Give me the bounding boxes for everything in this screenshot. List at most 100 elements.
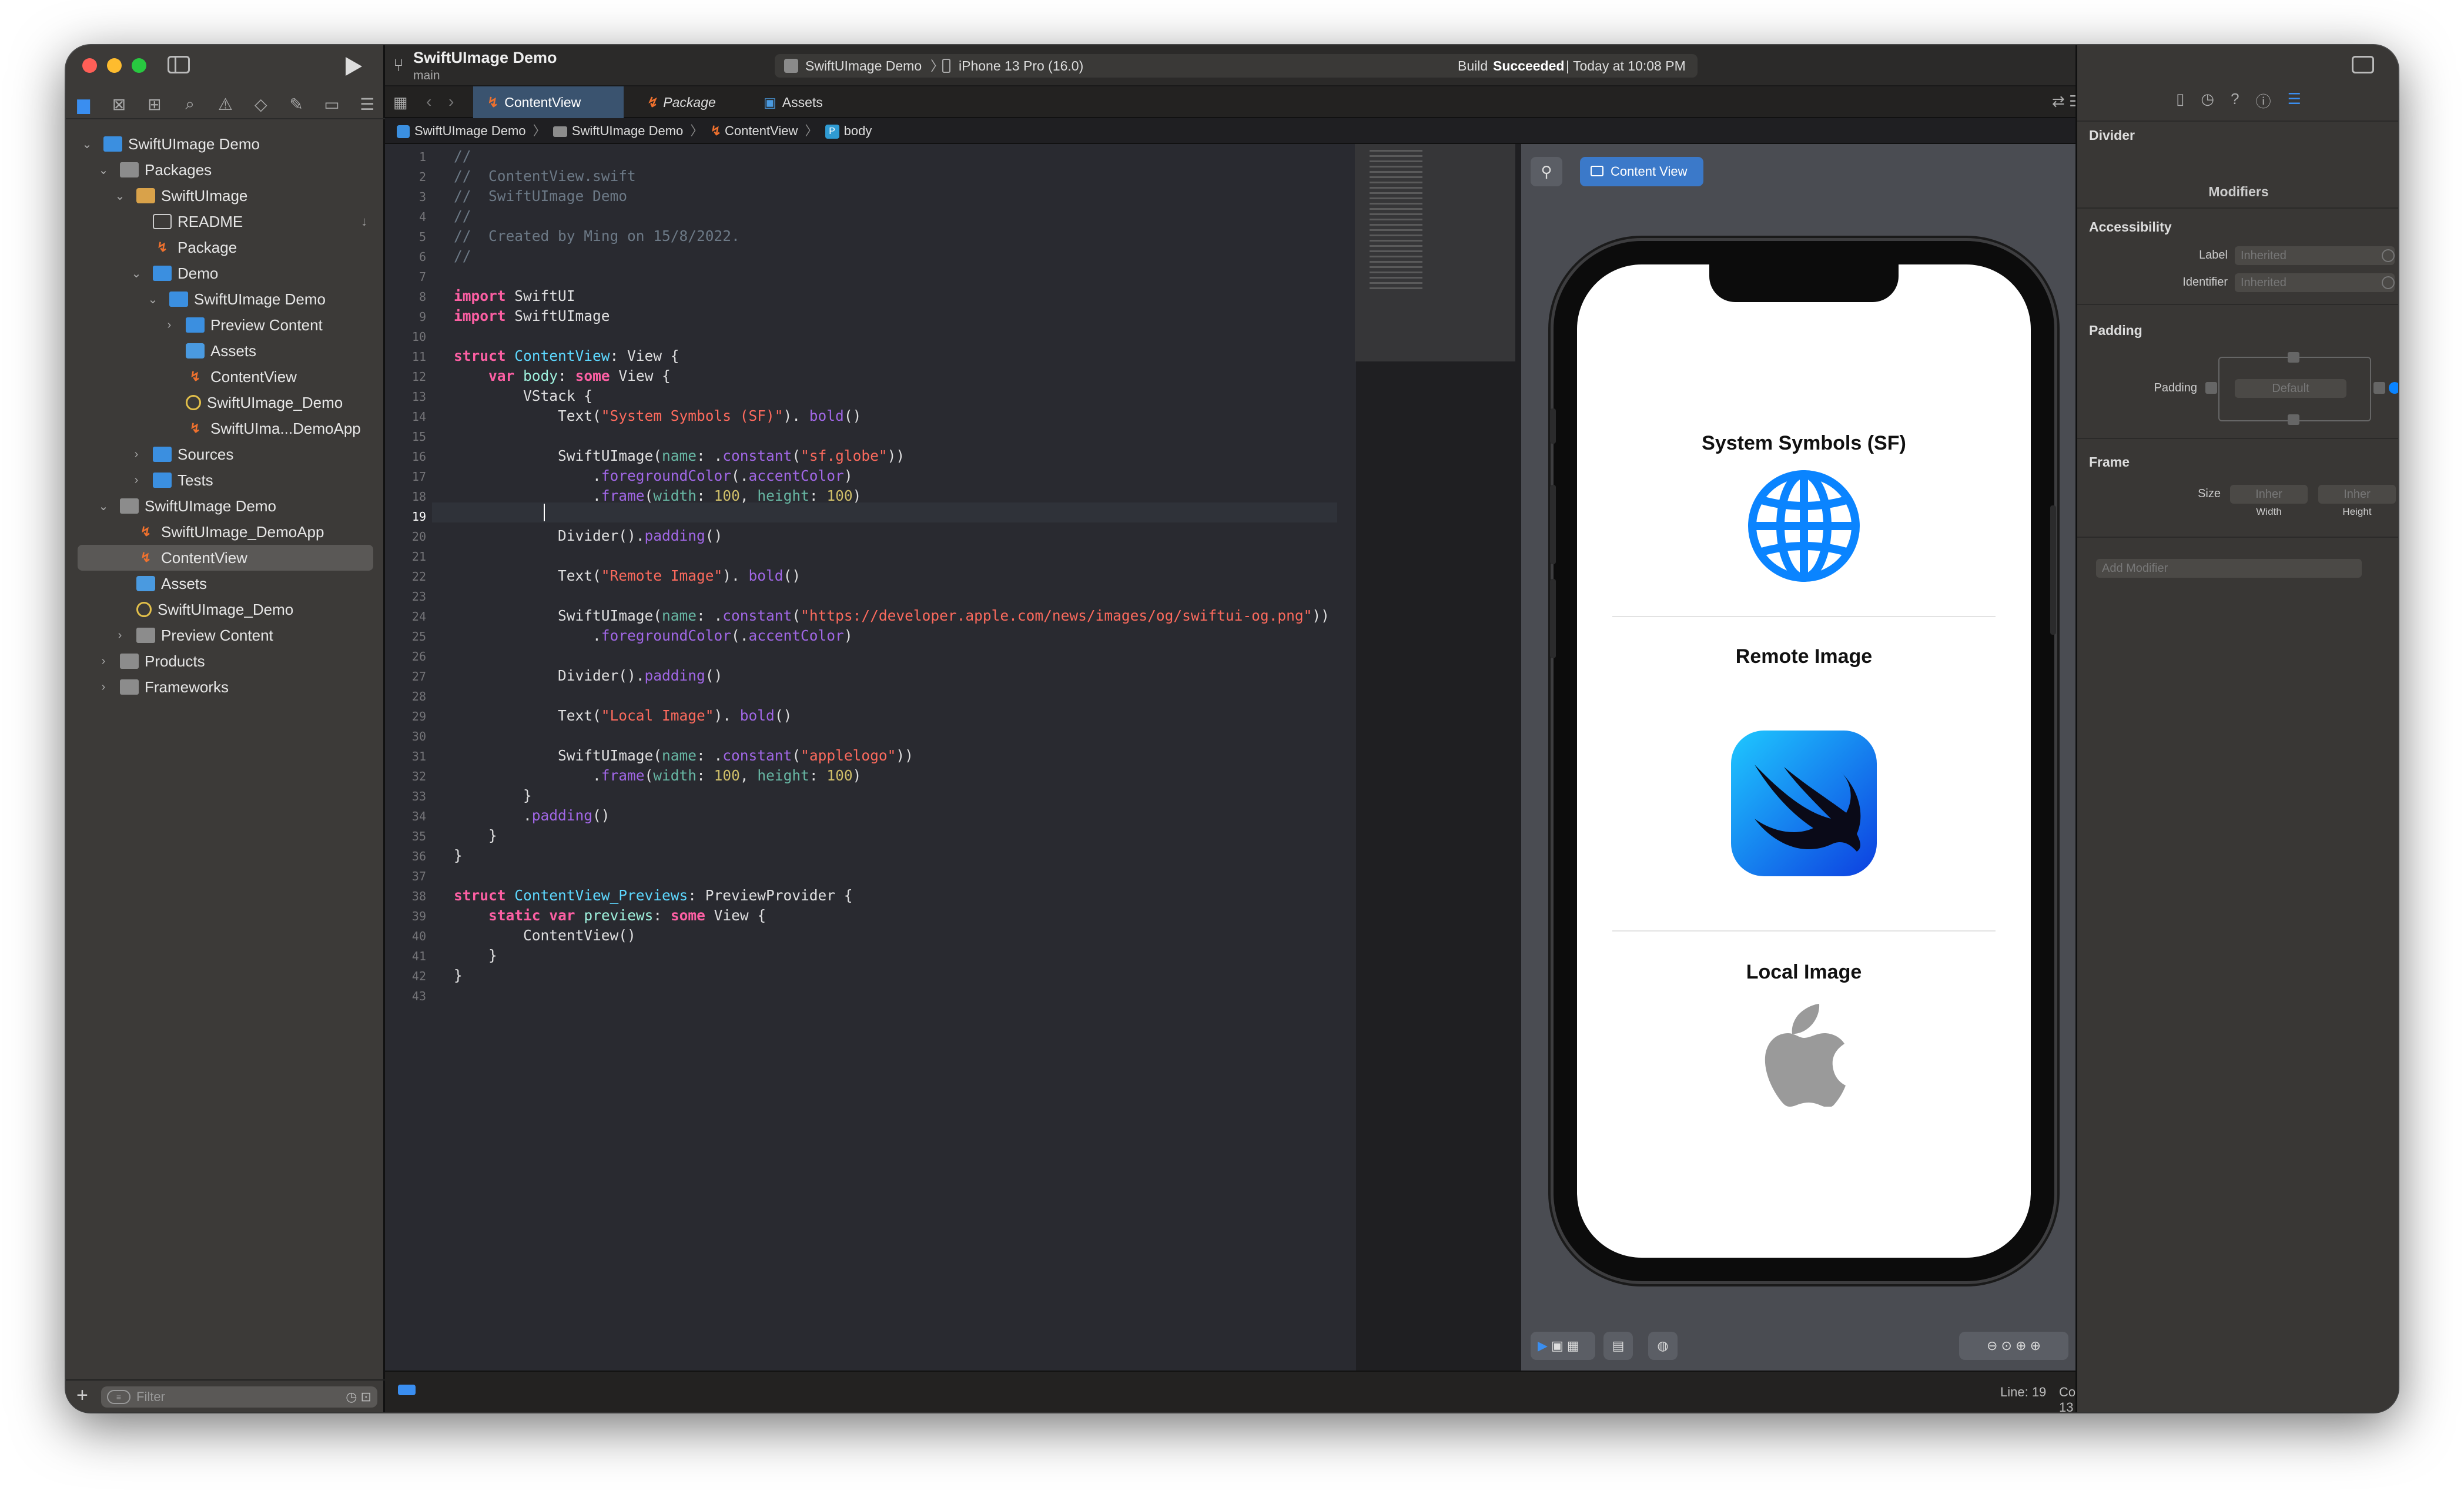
tree-item[interactable]: ⌄ SwiftUImage Demo	[66, 286, 385, 312]
padding-value-field[interactable]: Default	[2235, 379, 2346, 398]
tree-item[interactable]: › Preview Content	[66, 312, 385, 338]
debug-area-toggle-icon[interactable]	[398, 1385, 416, 1395]
recent-icon[interactable]: ◷ ⊡	[346, 1386, 371, 1408]
filter-options-icon[interactable]: ≡	[107, 1390, 130, 1404]
forward-icon[interactable]: ›	[448, 92, 454, 111]
close-button[interactable]	[82, 58, 97, 73]
add-icon[interactable]: +	[76, 1384, 88, 1407]
tree-item[interactable]: ↯ ContentView	[66, 364, 385, 390]
tree-item[interactable]: › Sources	[66, 441, 385, 467]
accessibility-label-field[interactable]: Inherited	[2235, 246, 2395, 265]
jump-symbol[interactable]: body	[844, 123, 872, 138]
tree-item[interactable]: ⌄ Demo	[66, 260, 385, 286]
file-icon[interactable]: ▯	[2176, 90, 2184, 119]
jump-file[interactable]: ContentView	[725, 123, 798, 138]
scheme-name[interactable]: SwiftUImage Demo	[805, 54, 922, 78]
padding-active-indicator[interactable]	[2389, 382, 2398, 394]
disclosure-open-icon[interactable]: ⌄	[113, 189, 127, 203]
tag-icon[interactable]: ▭	[317, 95, 346, 114]
disclosure-closed-icon[interactable]: ›	[113, 629, 127, 642]
jump-group[interactable]: SwiftUImage Demo	[572, 123, 684, 138]
tree-item[interactable]: › Tests	[66, 467, 385, 493]
variants-icon[interactable]: ▤	[1603, 1332, 1633, 1360]
trailing-padding-checkbox[interactable]	[2373, 382, 2385, 394]
jump-project[interactable]: SwiftUImage Demo	[414, 123, 526, 138]
brush-icon[interactable]: ✎	[282, 95, 311, 114]
disclosure-open-icon[interactable]: ⌄	[96, 163, 111, 177]
disclosure-closed-icon[interactable]: ›	[129, 448, 143, 461]
tree-item[interactable]: Assets	[66, 571, 385, 597]
disclosure-closed-icon[interactable]: ›	[129, 474, 143, 487]
tree-item[interactable]: › Frameworks	[66, 674, 385, 700]
activity-bar: SwiftUImage Demo 〉 iPhone 13 Pro (16.0) …	[775, 54, 1698, 78]
toggle-inspector-icon[interactable]	[2352, 56, 2374, 73]
tree-item[interactable]: ↯ Package	[66, 234, 385, 260]
device-settings-icon[interactable]: ◍	[1648, 1332, 1678, 1360]
magnifier-icon[interactable]: ⌕	[175, 95, 205, 114]
accessibility-identifier-field[interactable]: Inherited	[2235, 273, 2395, 292]
list-icon[interactable]: ☰	[353, 95, 382, 114]
tree-item[interactable]: Assets	[66, 338, 385, 364]
property-icon: P	[825, 125, 839, 139]
diamond-icon[interactable]: ◇	[246, 95, 276, 114]
zoom-button[interactable]	[132, 58, 146, 73]
toggle-sidebar-icon[interactable]	[168, 56, 190, 73]
reset-icon[interactable]	[2382, 249, 2395, 262]
zoom-controls[interactable]: ⊖ ⊙ ⊕ ⊕	[1959, 1332, 2068, 1360]
tree-item[interactable]: ⌄ SwiftUImage	[66, 183, 385, 209]
identity-icon[interactable]: ⓘ	[2256, 90, 2271, 119]
code-line: VStack {	[454, 387, 592, 404]
filter-field[interactable]: ≡ Filter ◷ ⊡	[101, 1386, 377, 1408]
disclosure-closed-icon[interactable]: ›	[96, 681, 111, 694]
history-icon[interactable]: ◷	[2201, 90, 2214, 119]
leading-padding-checkbox[interactable]	[2205, 382, 2217, 394]
tree-item[interactable]: SwiftUImage_Demo	[66, 597, 385, 622]
add-modifier-field[interactable]: Add Modifier	[2096, 559, 2362, 578]
tab-assets[interactable]: ▣ Assets	[749, 86, 855, 118]
warning-icon[interactable]: ⚠	[210, 95, 240, 114]
back-icon[interactable]: ‹	[426, 92, 431, 111]
tree-item[interactable]: ↯ ContentView	[78, 545, 373, 571]
tree-item[interactable]: README ↓	[66, 209, 385, 234]
source-editor[interactable]: 1 2 3 4 5 6 7 8 9 10 11 12 13 14 15 16 17 18 19 20 21 22 23 24 2…	[385, 144, 1515, 1371]
tab-package[interactable]: ↯ Package	[632, 86, 749, 118]
disclosure-closed-icon[interactable]: ›	[96, 655, 111, 668]
frame-height-field[interactable]: Inher	[2318, 485, 2396, 504]
tree-item[interactable]: ↯ SwiftUIma...DemoApp	[66, 416, 385, 441]
tree-item[interactable]: ⌄ SwiftUImage Demo	[66, 493, 385, 519]
hierarchy-icon[interactable]: ⊞	[140, 95, 169, 114]
bottom-padding-checkbox[interactable]	[2288, 414, 2299, 425]
disclosure-open-icon[interactable]: ⌄	[146, 292, 160, 307]
run-button[interactable]	[346, 57, 362, 76]
attributes-icon[interactable]: ☰	[2288, 90, 2301, 119]
tree-item[interactable]: ↯ SwiftUImage_DemoApp	[66, 519, 385, 545]
assets-icon: ▣	[764, 95, 776, 110]
minimize-button[interactable]	[107, 58, 122, 73]
minimap[interactable]	[1355, 144, 1515, 361]
reset-icon[interactable]	[2382, 276, 2395, 289]
folder-icon[interactable]: ▆	[69, 95, 98, 114]
filter-placeholder: Filter	[136, 1389, 165, 1404]
run-destination[interactable]: iPhone 13 Pro (16.0)	[959, 54, 1083, 78]
tree-item[interactable]: ⌄ Packages	[66, 157, 385, 183]
disclosure-open-icon[interactable]: ⌄	[80, 137, 94, 152]
content-view-preview-button[interactable]: Content View	[1580, 157, 1703, 186]
disclosure-open-icon[interactable]: ⌄	[96, 499, 111, 514]
tree-item[interactable]: ⌄ SwiftUImage Demo	[66, 131, 385, 157]
tree-item[interactable]: › Products	[66, 648, 385, 674]
live-preview-controls[interactable]: ▶ ▣ ▦	[1531, 1332, 1595, 1360]
play-icon[interactable]: ▶	[1538, 1338, 1548, 1353]
source-control-icon[interactable]: ⊠	[104, 95, 133, 114]
package-icon	[136, 188, 155, 203]
tree-item[interactable]: SwiftUImage_Demo	[66, 390, 385, 416]
grid-icon[interactable]: ▦	[393, 93, 408, 112]
branch-name[interactable]: main	[413, 69, 440, 83]
tab-contentview[interactable]: ↯ ContentView	[473, 86, 624, 118]
help-icon[interactable]: ?	[2231, 90, 2239, 119]
tree-item[interactable]: › Preview Content	[66, 622, 385, 648]
top-padding-checkbox[interactable]	[2288, 352, 2299, 363]
disclosure-open-icon[interactable]: ⌄	[129, 266, 143, 281]
frame-width-field[interactable]: Inher	[2230, 485, 2308, 504]
disclosure-closed-icon[interactable]: ›	[162, 319, 176, 332]
pin-icon[interactable]: ⚲	[1531, 157, 1562, 186]
